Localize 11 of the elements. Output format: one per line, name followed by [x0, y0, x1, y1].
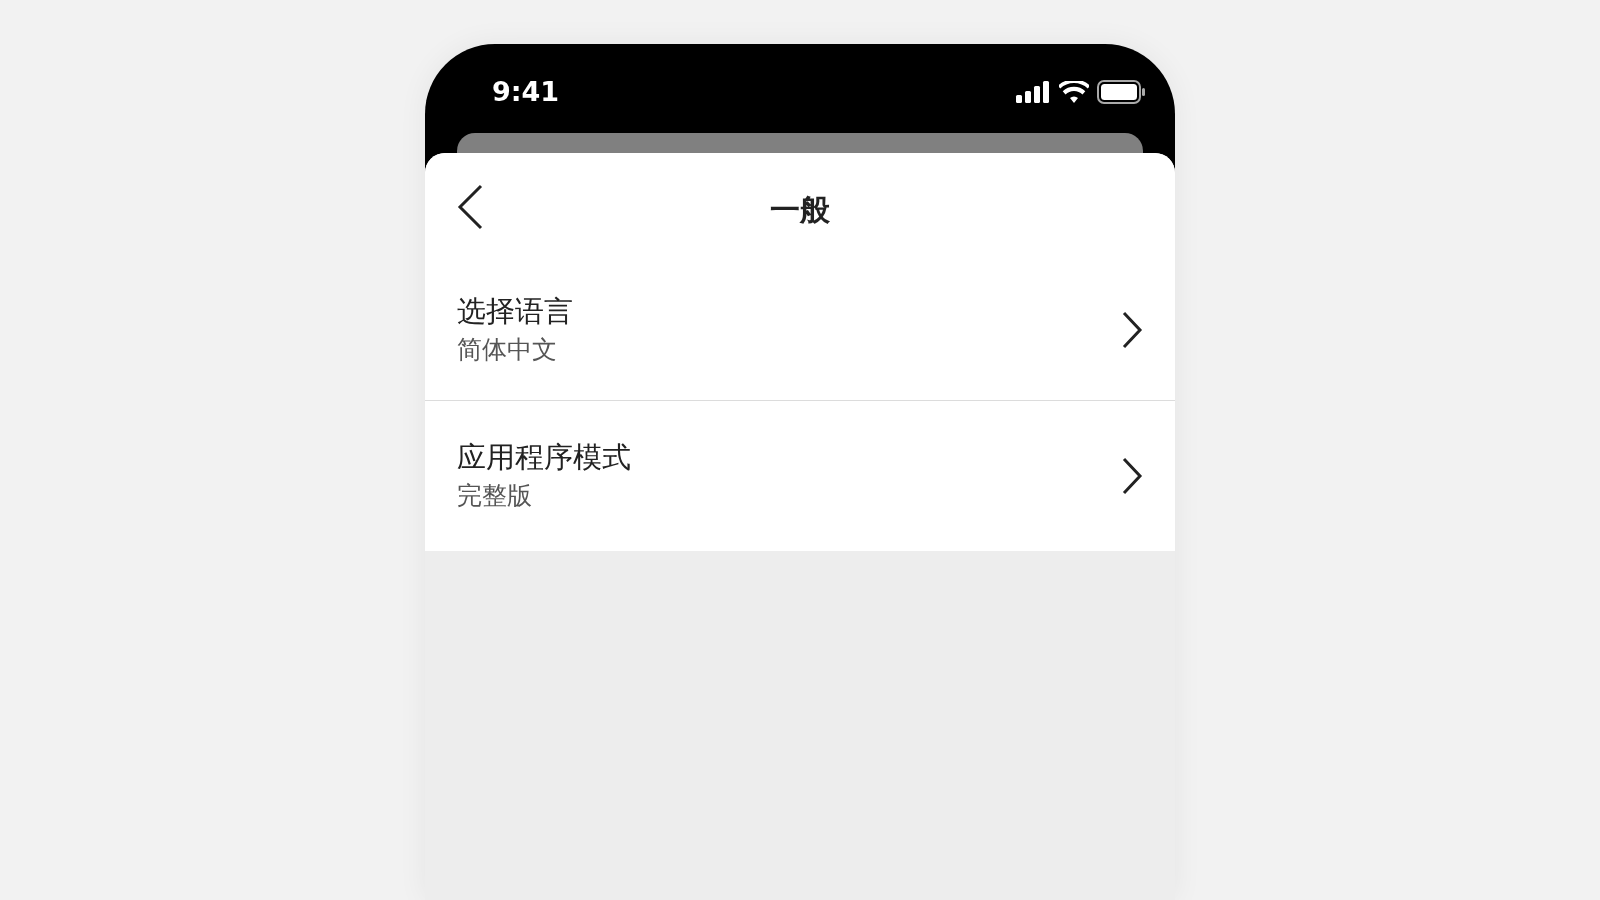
page-title: 一般 [770, 191, 830, 229]
setting-value: 完整版 [457, 480, 533, 513]
setting-title: 应用程序模式 [457, 438, 632, 476]
chevron-right-icon[interactable] [1121, 457, 1143, 495]
setting-title: 选择语言 [457, 292, 574, 330]
signal-icon [1015, 81, 1051, 103]
setting-value: 简体中文 [457, 334, 558, 367]
wifi-icon [1059, 81, 1089, 103]
chevron-right-icon[interactable] [1121, 311, 1143, 349]
status-time: 9:41 [492, 74, 560, 109]
battery-icon [1097, 80, 1145, 104]
